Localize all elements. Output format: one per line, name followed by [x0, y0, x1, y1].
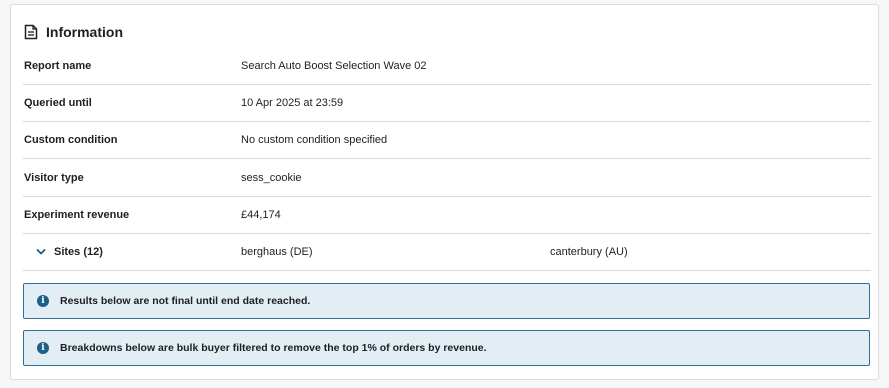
site-item: canterbury (AU): [550, 246, 628, 258]
custom-condition-label: Custom condition: [24, 134, 118, 146]
queried-until-row: Queried until 10 Apr 2025 at 23:59: [23, 85, 871, 122]
report-name-row: Report name Search Auto Boost Selection …: [23, 48, 871, 85]
info-icon: i: [37, 295, 49, 307]
notice-text: Results below are not final until end da…: [60, 295, 311, 307]
sites-toggle-label[interactable]: Sites (12): [54, 246, 103, 258]
experiment-revenue-label: Experiment revenue: [24, 209, 130, 221]
sites-row[interactable]: Sites (12) berghaus (DE) canterbury (AU): [23, 234, 871, 271]
experiment-revenue-value: £44,174: [241, 209, 281, 221]
site-item: berghaus (DE): [241, 246, 313, 258]
info-icon: i: [37, 342, 49, 354]
info-notice: i Breakdowns below are bulk buyer filter…: [23, 330, 870, 366]
report-name-value: Search Auto Boost Selection Wave 02: [241, 60, 427, 72]
visitor-type-label: Visitor type: [24, 172, 84, 184]
visitor-type-value: sess_cookie: [241, 172, 302, 184]
panel-header: Information: [24, 22, 123, 42]
panel-title: Information: [46, 24, 123, 40]
info-notice: i Results below are not final until end …: [23, 283, 870, 319]
custom-condition-value: No custom condition specified: [241, 134, 388, 146]
queried-until-value: 10 Apr 2025 at 23:59: [241, 97, 344, 109]
notice-text: Breakdowns below are bulk buyer filtered…: [60, 342, 487, 354]
document-icon: [24, 24, 38, 40]
experiment-revenue-row: Experiment revenue £44,174: [23, 197, 871, 234]
visitor-type-row: Visitor type sess_cookie: [23, 160, 871, 197]
custom-condition-row: Custom condition No custom condition spe…: [23, 122, 871, 159]
queried-until-label: Queried until: [24, 97, 92, 109]
information-panel: Information Report name Search Auto Boos…: [10, 4, 879, 380]
report-name-label: Report name: [24, 60, 92, 72]
chevron-down-icon[interactable]: [36, 247, 46, 257]
